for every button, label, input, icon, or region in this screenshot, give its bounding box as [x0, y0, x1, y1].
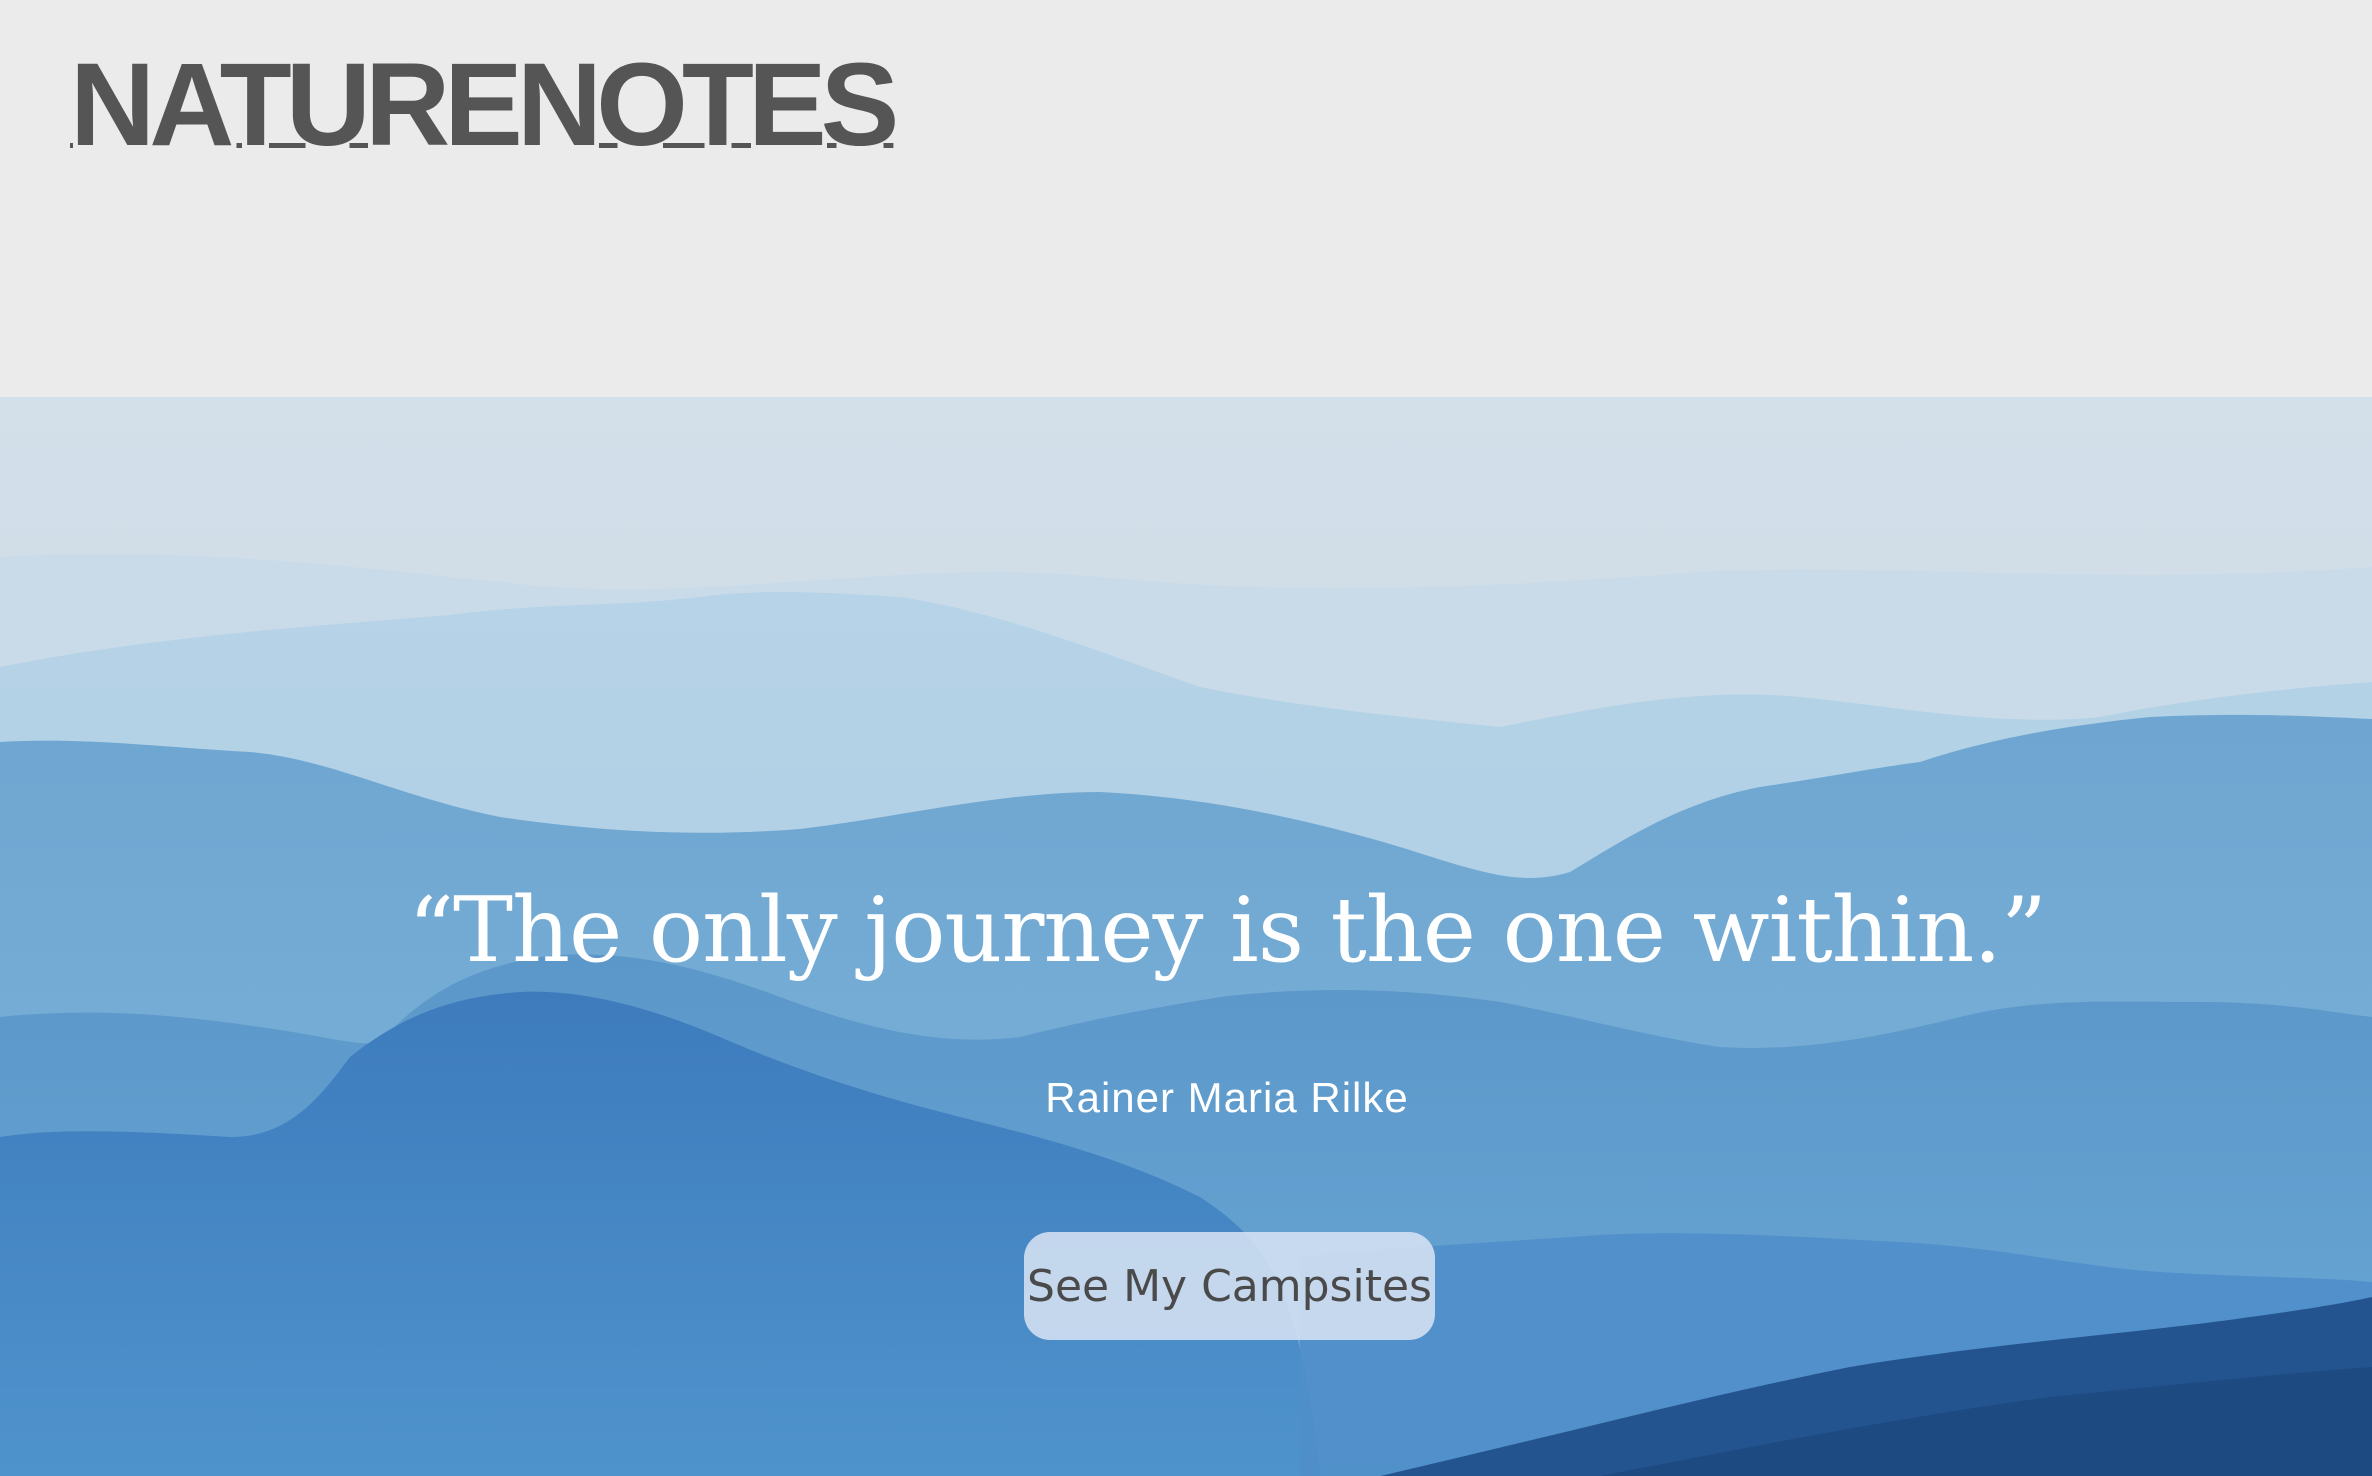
- hero-section: “The only journey is the one within.” Ra…: [0, 397, 2372, 1476]
- see-campsites-button[interactable]: See My Campsites: [1024, 1232, 1435, 1340]
- quote-author: Rainer Maria Rilke: [1045, 1074, 1409, 1121]
- hero-quote: “The only journey is the one within.”: [408, 878, 2047, 983]
- page: NATURENOTES “The only journey is the one…: [0, 0, 2372, 1476]
- site-header: NATURENOTES: [0, 0, 2372, 397]
- site-logo-link[interactable]: NATURENOTES: [70, 46, 899, 164]
